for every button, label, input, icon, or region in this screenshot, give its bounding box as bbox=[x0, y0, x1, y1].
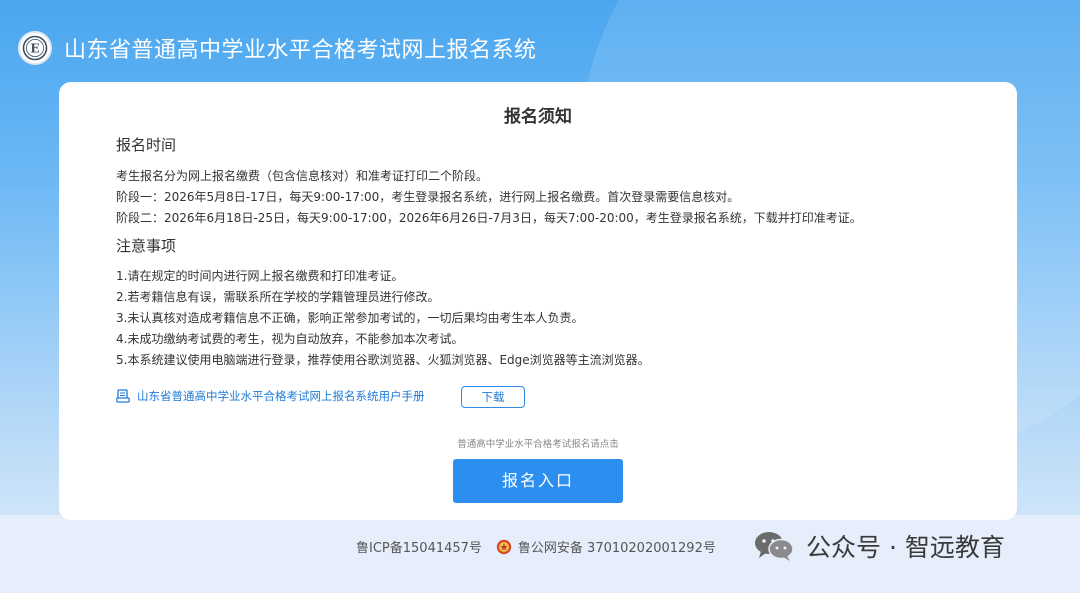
time-line-3: 阶段二：2026年6月18日-25日，每天9:00-17:00，2026年6月2… bbox=[116, 211, 862, 225]
registration-time-heading: 报名时间 bbox=[116, 136, 177, 154]
svg-text:E: E bbox=[30, 42, 39, 56]
watermark-text: 公众号 · 智远教育 bbox=[806, 533, 1005, 562]
note-line-1: 1.请在规定的时间内进行网上报名缴费和打印准考证。 bbox=[116, 269, 404, 283]
site-title: 山东省普通高中学业水平合格考试网上报名系统 bbox=[64, 38, 537, 63]
note-line-3: 3.未认真核对造成考籍信息不正确，影响正常参加考试的，一切后果均由考生本人负责。 bbox=[116, 311, 584, 325]
notes-heading: 注意事项 bbox=[116, 237, 177, 255]
entry-hint: 普通高中学业水平合格考试报名请点击 bbox=[457, 439, 619, 450]
time-line-2: 阶段一：2026年5月8日-17日，每天9:00-17:00，考生登录报名系统，… bbox=[116, 190, 740, 204]
icp-link[interactable]: 鲁ICP备15041457号 bbox=[356, 537, 482, 556]
footer: 鲁ICP备15041457号 鲁公网安备 37010202001292号 bbox=[356, 537, 716, 556]
download-button[interactable]: 下载 bbox=[461, 386, 525, 408]
notice-card: 报名须知 报名时间 考生报名分为网上报名缴费（包含信息核对）和准考证打印二个阶段… bbox=[59, 82, 1017, 520]
note-line-4: 4.未成功缴纳考试费的考生，视为自动放弃，不能参加本次考试。 bbox=[116, 332, 464, 346]
time-line-1: 考生报名分为网上报名缴费（包含信息核对）和准考证打印二个阶段。 bbox=[116, 169, 489, 183]
document-icon bbox=[116, 389, 130, 403]
wechat-icon bbox=[755, 532, 794, 561]
police-badge-icon bbox=[496, 539, 512, 554]
user-manual-link[interactable]: 山东省普通高中学业水平合格考试网上报名系统用户手册 bbox=[116, 388, 425, 404]
page: E 山东省普通高中学业水平合格考试网上报名系统 报名须知 报名时间 考生报名分为… bbox=[0, 0, 1080, 593]
notice-title: 报名须知 bbox=[504, 107, 572, 127]
registration-entry-button[interactable]: 报名入口 bbox=[453, 459, 623, 503]
emblem-e-logo-icon: E bbox=[18, 31, 52, 65]
note-line-5: 5.本系统建议使用电脑端进行登录，推荐使用谷歌浏览器、火狐浏览器、Edge浏览器… bbox=[116, 353, 650, 367]
wechat-watermark: 公众号 · 智远教育 bbox=[752, 528, 1005, 564]
police-record-link[interactable]: 鲁公网安备 37010202001292号 bbox=[518, 537, 716, 556]
user-manual-label: 山东省普通高中学业水平合格考试网上报名系统用户手册 bbox=[137, 389, 425, 403]
site-header: E 山东省普通高中学业水平合格考试网上报名系统 bbox=[18, 28, 537, 68]
note-line-2: 2.若考籍信息有误，需联系所在学校的学籍管理员进行修改。 bbox=[116, 290, 440, 304]
